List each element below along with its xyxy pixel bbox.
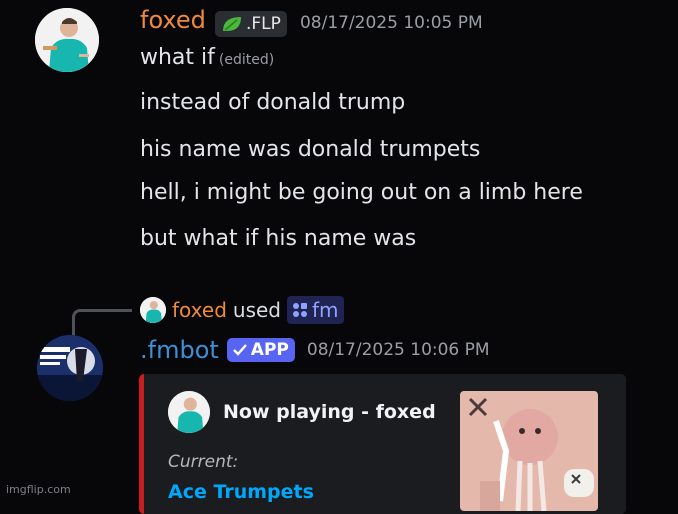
album-cover[interactable]	[460, 391, 598, 511]
reply-verb: used	[232, 298, 281, 322]
reply-context[interactable]: foxed used fm	[140, 296, 344, 324]
leaf-icon	[222, 16, 241, 31]
app-badge: APP	[226, 338, 295, 362]
message-timestamp[interactable]: 08/17/2025 10:05 PM	[300, 13, 483, 33]
message-line: but what if his name was	[140, 226, 417, 251]
person-avatar-icon	[168, 391, 210, 433]
track-link[interactable]: Ace Trumpets	[168, 481, 314, 503]
command-name: fm	[312, 298, 339, 322]
fmbot-avatar[interactable]	[37, 335, 103, 401]
server-tag[interactable]: .FLP	[214, 10, 287, 37]
app-badge-label: APP	[250, 340, 289, 360]
message-line: his name was donald trumpets	[140, 137, 481, 162]
foxed-avatar[interactable]	[35, 8, 99, 72]
reply-connector-line	[72, 309, 132, 339]
watermark: imgflip.com	[6, 483, 71, 496]
message1-header: foxed .FLP 08/17/2025 10:05 PM	[140, 6, 483, 37]
author-name[interactable]: foxed	[140, 6, 206, 34]
person-avatar-icon	[140, 297, 166, 323]
bot-author-name[interactable]: .fmbot	[140, 336, 219, 364]
command-chip[interactable]: fm	[287, 296, 344, 324]
reply-avatar	[140, 297, 166, 323]
album-art-avatar-icon	[37, 335, 103, 401]
message-line: instead of donald trump	[140, 90, 406, 115]
message-timestamp[interactable]: 08/17/2025 10:06 PM	[307, 340, 490, 360]
command-grid-icon	[293, 303, 307, 317]
edited-label: (edited)	[218, 52, 275, 68]
current-label: Current:	[168, 452, 239, 472]
message-line: what if (edited)	[140, 45, 274, 70]
now-playing-embed: Now playing - foxed Current: Ace Trumpet…	[139, 374, 626, 514]
person-avatar-icon	[35, 8, 99, 72]
message-text: what if	[140, 45, 215, 70]
embed-author-avatar[interactable]	[168, 391, 210, 433]
message-line: hell, i might be going out on a limb her…	[140, 180, 583, 205]
reply-author[interactable]: foxed	[172, 298, 227, 322]
embed-title[interactable]: Now playing - foxed	[223, 401, 436, 423]
message2-header: .fmbot APP 08/17/2025 10:06 PM	[140, 336, 490, 364]
checkmark-icon	[232, 344, 247, 356]
server-tag-label: .FLP	[245, 13, 281, 34]
album-cover-art-icon	[460, 391, 598, 511]
